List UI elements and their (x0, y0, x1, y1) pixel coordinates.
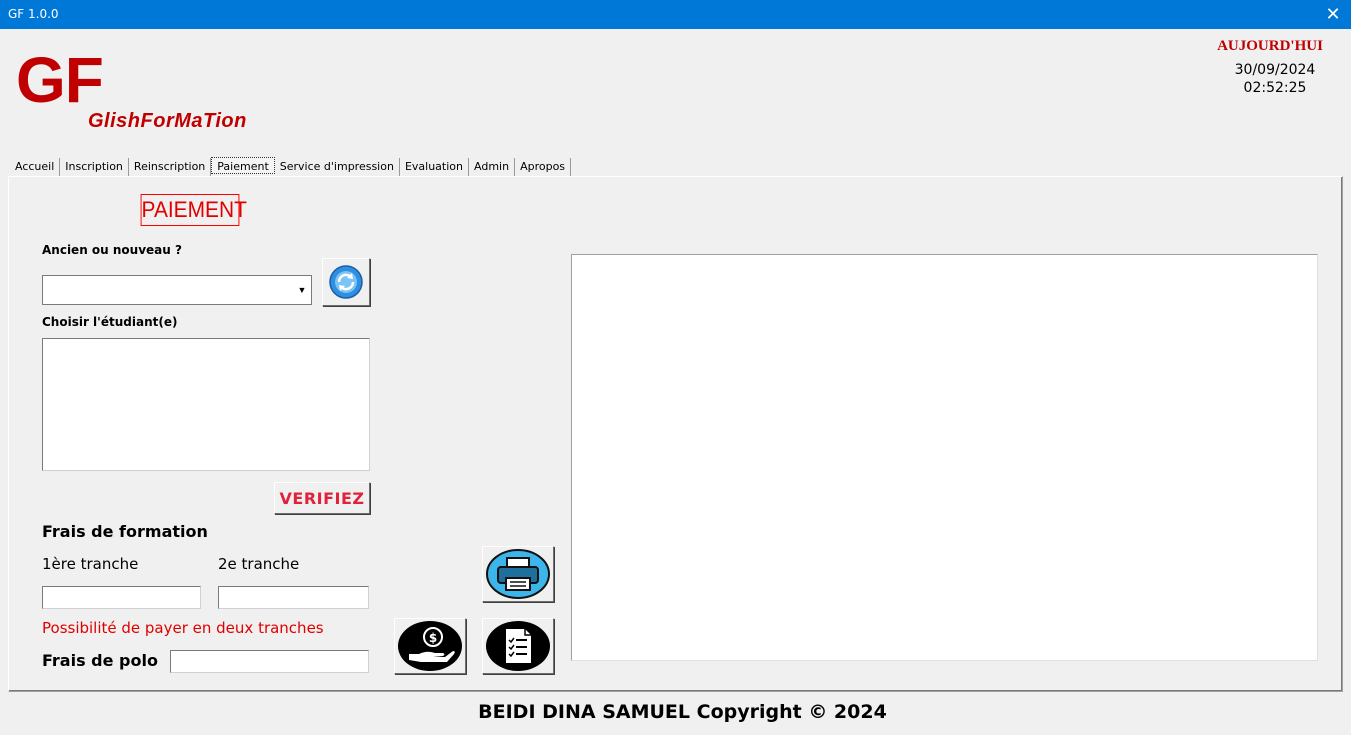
money-hand-icon: $ (398, 621, 462, 671)
payment-preview-area[interactable] (571, 254, 1318, 661)
today-label: AUJOURD'HUI (1217, 38, 1323, 54)
tab-bar: Accueil Inscription Reinscription Paieme… (10, 157, 572, 176)
second-installment-field[interactable] (218, 586, 369, 609)
tab-inscription[interactable]: Inscription (60, 158, 129, 176)
page-title: PAIEMENT (140, 194, 247, 226)
tab-paiement[interactable]: Paiement (211, 157, 275, 174)
current-date: 30/09/2024 (1234, 62, 1316, 78)
installment-note: Possibilité de payer en deux tranches (42, 619, 324, 637)
training-fees-label: Frais de formation (42, 522, 208, 541)
choose-student-label: Choisir l'étudiant(e) (42, 315, 178, 329)
old-or-new-select[interactable]: ▼ (42, 275, 312, 305)
tab-apropos[interactable]: Apropos (515, 158, 572, 176)
pay-button[interactable]: $ (394, 618, 466, 674)
current-time: 02:52:25 (1243, 80, 1307, 96)
refresh-button[interactable] (322, 258, 370, 306)
window-titlebar: GF 1.0.0 ✕ (0, 0, 1351, 29)
polo-fees-label: Frais de polo (42, 651, 158, 670)
footer-copyright: BEIDI DINA SAMUEL Copyright © 2024 (478, 701, 887, 723)
svg-text:$: $ (429, 631, 437, 645)
old-or-new-label: Ancien ou nouveau ? (42, 243, 182, 257)
checklist-document-icon (486, 621, 550, 671)
window-title: GF 1.0.0 (8, 7, 59, 21)
receipt-button[interactable] (482, 618, 554, 674)
polo-fees-field[interactable] (170, 650, 369, 673)
tab-accueil[interactable]: Accueil (10, 158, 61, 176)
close-icon[interactable]: ✕ (1323, 4, 1343, 24)
tab-service-impression[interactable]: Service d'impression (275, 158, 400, 176)
student-list[interactable] (42, 338, 370, 471)
app-name: GlishForMaTion (88, 110, 247, 132)
first-installment-field[interactable] (42, 586, 201, 609)
printer-icon (486, 549, 550, 599)
verify-button[interactable]: VERIFIEZ (274, 482, 370, 514)
tab-reinscription[interactable]: Reinscription (129, 158, 212, 176)
refresh-icon (329, 265, 363, 299)
first-installment-label: 1ère tranche (42, 555, 139, 573)
second-installment-label: 2e tranche (218, 555, 300, 573)
app-logo: GF (16, 44, 104, 116)
chevron-down-icon[interactable]: ▼ (294, 277, 310, 303)
tab-admin[interactable]: Admin (469, 158, 516, 176)
print-button[interactable] (482, 546, 554, 602)
tab-evaluation[interactable]: Evaluation (400, 158, 469, 176)
